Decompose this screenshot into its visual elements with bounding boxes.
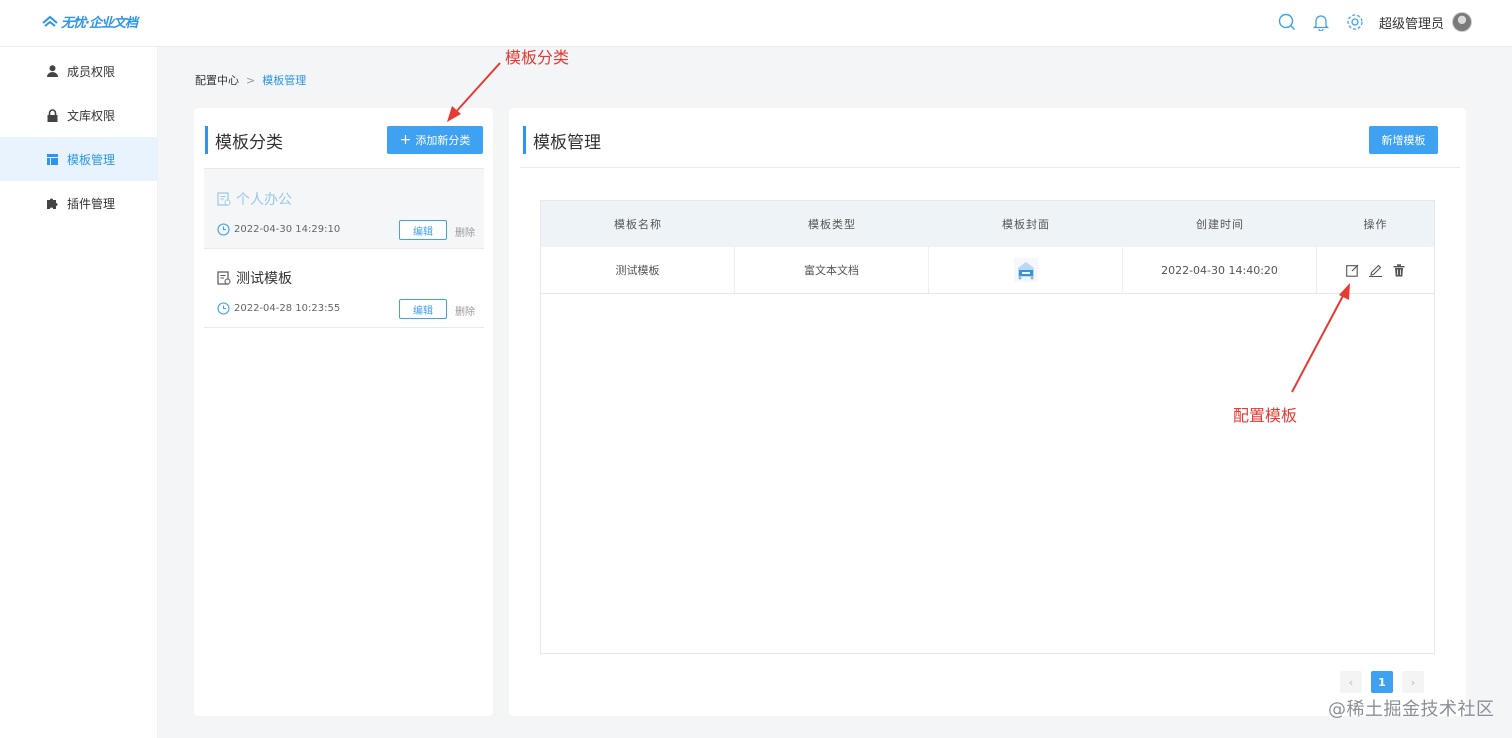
divider bbox=[204, 327, 484, 328]
column-header: 模板封面 bbox=[1002, 218, 1050, 231]
sidebar-item-plugin-management[interactable]: 插件管理 bbox=[0, 181, 157, 225]
plus-icon: + bbox=[399, 132, 412, 148]
sidebar-item-label: 模板管理 bbox=[67, 152, 116, 167]
title-accent-bar bbox=[205, 126, 208, 154]
edit-pencil-icon[interactable] bbox=[1369, 263, 1383, 277]
logo-icon bbox=[42, 15, 58, 27]
table-row: 测试模板 富文本文档 2022-04-30 14:40:20 bbox=[541, 247, 1434, 294]
watermark: @稀土掘金技术社区 bbox=[1328, 699, 1495, 720]
clock-icon bbox=[217, 302, 230, 315]
categories-panel: 模板分类 + 添加新分类 个人办公 2022-04-30 14:29:10 编辑… bbox=[194, 108, 493, 716]
sidebar-item-label: 成员权限 bbox=[67, 64, 116, 79]
sidebar-item-template-management[interactable]: 模板管理 bbox=[0, 137, 157, 181]
breadcrumb-parent[interactable]: 配置中心 bbox=[195, 72, 239, 88]
column-header: 模板名称 bbox=[614, 218, 662, 231]
lock-icon bbox=[46, 108, 59, 122]
category-time: 2022-04-30 14:29:10 bbox=[234, 224, 341, 235]
logo-text: 无忧·企业文档 bbox=[61, 16, 138, 31]
category-item[interactable]: 测试模板 2022-04-28 10:23:55 编辑 删除 bbox=[204, 248, 484, 327]
templates-panel: 模板管理 新增模板 模板名称 模板类型 模板封面 创建时间 操作 测试模板 富文… bbox=[509, 108, 1466, 716]
table-header: 模板名称 模板类型 模板封面 创建时间 操作 bbox=[541, 201, 1434, 247]
breadcrumb-separator: > bbox=[246, 73, 256, 87]
breadcrumb: 配置中心 > 模板管理 bbox=[195, 72, 306, 88]
category-edit-button[interactable]: 编辑 bbox=[399, 299, 447, 319]
top-bar: 无忧·企业文档 超级管理员 bbox=[0, 0, 1512, 47]
trash-icon[interactable] bbox=[1392, 263, 1406, 277]
cover-thumbnail[interactable] bbox=[1013, 258, 1038, 282]
template-type-cell: 富文本文档 bbox=[735, 247, 929, 293]
breadcrumb-current: 模板管理 bbox=[262, 74, 307, 87]
user-icon bbox=[46, 65, 59, 78]
templates-panel-title: 模板管理 bbox=[523, 126, 601, 154]
title-accent-bar bbox=[523, 126, 526, 154]
clock-icon bbox=[217, 223, 230, 236]
sidebar-item-library-permissions[interactable]: 文库权限 bbox=[0, 93, 157, 137]
bell-icon[interactable] bbox=[1311, 12, 1331, 32]
configure-icon[interactable] bbox=[1346, 263, 1360, 277]
page-number-button[interactable]: 1 bbox=[1371, 671, 1393, 693]
category-name: 测试模板 bbox=[236, 271, 292, 287]
column-header: 创建时间 bbox=[1196, 218, 1244, 231]
add-category-label: 添加新分类 bbox=[415, 134, 471, 147]
username-label[interactable]: 超级管理员 bbox=[1379, 13, 1444, 32]
prev-page-button[interactable]: ‹ bbox=[1340, 671, 1362, 693]
document-icon bbox=[217, 192, 231, 206]
new-template-button[interactable]: 新增模板 bbox=[1369, 126, 1438, 154]
divider bbox=[520, 167, 1460, 168]
pagination: ‹ 1 › bbox=[1340, 671, 1424, 693]
next-page-button[interactable]: › bbox=[1402, 671, 1424, 693]
sidebar-item-label: 插件管理 bbox=[67, 196, 116, 211]
templates-title-text: 模板管理 bbox=[533, 132, 601, 153]
categories-title-text: 模板分类 bbox=[215, 132, 283, 153]
category-item[interactable]: 个人办公 2022-04-30 14:29:10 编辑 删除 bbox=[204, 169, 484, 248]
gear-icon[interactable] bbox=[1345, 12, 1365, 32]
puzzle-icon bbox=[46, 197, 59, 210]
template-name-cell: 测试模板 bbox=[541, 247, 735, 293]
categories-panel-title: 模板分类 bbox=[205, 126, 283, 154]
annotation-configure-note: 配置模板 bbox=[1233, 406, 1298, 425]
templates-table: 模板名称 模板类型 模板封面 创建时间 操作 测试模板 富文本文档 2022-0… bbox=[540, 200, 1435, 654]
search-icon[interactable] bbox=[1277, 12, 1297, 32]
template-actions-cell bbox=[1317, 247, 1434, 293]
column-header: 操作 bbox=[1363, 218, 1388, 231]
category-edit-button[interactable]: 编辑 bbox=[399, 220, 447, 240]
document-icon bbox=[217, 271, 231, 285]
add-category-button[interactable]: + 添加新分类 bbox=[387, 126, 483, 154]
category-delete-link[interactable]: 删除 bbox=[455, 224, 475, 239]
template-cover-cell bbox=[929, 247, 1123, 293]
template-created-cell: 2022-04-30 14:40:20 bbox=[1123, 247, 1317, 293]
sidebar-item-member-permissions[interactable]: 成员权限 bbox=[0, 49, 157, 93]
template-icon bbox=[46, 153, 59, 166]
column-header: 模板类型 bbox=[808, 218, 856, 231]
category-name: 个人办公 bbox=[236, 192, 292, 208]
avatar[interactable] bbox=[1452, 12, 1472, 32]
annotation-arrow-line bbox=[453, 62, 501, 115]
sidebar: 成员权限 文库权限 模板管理 插件管理 bbox=[0, 47, 158, 738]
annotation-categories-note: 模板分类 bbox=[505, 48, 570, 67]
category-delete-link[interactable]: 删除 bbox=[455, 303, 475, 318]
sidebar-item-label: 文库权限 bbox=[67, 108, 116, 123]
app-logo[interactable]: 无忧·企业文档 bbox=[42, 12, 138, 31]
category-time: 2022-04-28 10:23:55 bbox=[234, 303, 341, 314]
